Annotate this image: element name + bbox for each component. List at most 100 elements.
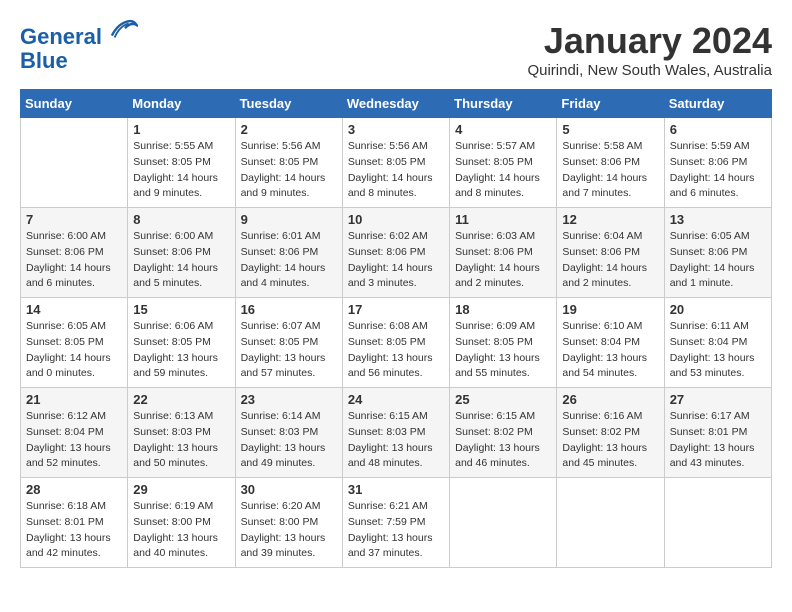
- calendar-cell: 4 Sunrise: 5:57 AM Sunset: 8:05 PM Daylig…: [450, 118, 557, 208]
- day-info: Sunrise: 6:00 AM Sunset: 8:06 PM Dayligh…: [133, 229, 229, 292]
- calendar-cell: 23 Sunrise: 6:14 AM Sunset: 8:03 PM Dayli…: [235, 388, 342, 478]
- day-number: 11: [455, 212, 551, 227]
- calendar-cell: 16 Sunrise: 6:07 AM Sunset: 8:05 PM Dayli…: [235, 298, 342, 388]
- day-info: Sunrise: 6:08 AM Sunset: 8:05 PM Dayligh…: [348, 319, 444, 382]
- logo-bird-icon: [110, 16, 138, 44]
- day-number: 21: [26, 392, 122, 407]
- day-number: 9: [241, 212, 337, 227]
- day-number: 27: [670, 392, 766, 407]
- calendar-cell: 2 Sunrise: 5:56 AM Sunset: 8:05 PM Daylig…: [235, 118, 342, 208]
- day-info: Sunrise: 6:05 AM Sunset: 8:06 PM Dayligh…: [670, 229, 766, 292]
- calendar-cell: 21 Sunrise: 6:12 AM Sunset: 8:04 PM Dayli…: [21, 388, 128, 478]
- week-row-1: 1 Sunrise: 5:55 AM Sunset: 8:05 PM Daylig…: [21, 118, 772, 208]
- day-info: Sunrise: 6:21 AM Sunset: 7:59 PM Dayligh…: [348, 499, 444, 562]
- calendar-cell: [557, 478, 664, 568]
- header-row: SundayMondayTuesdayWednesdayThursdayFrid…: [21, 90, 772, 118]
- day-number: 29: [133, 482, 229, 497]
- calendar-cell: 22 Sunrise: 6:13 AM Sunset: 8:03 PM Dayli…: [128, 388, 235, 478]
- header-day-tuesday: Tuesday: [235, 90, 342, 118]
- calendar-cell: 7 Sunrise: 6:00 AM Sunset: 8:06 PM Daylig…: [21, 208, 128, 298]
- calendar-cell: 14Sunrise: 6:05 AM Sunset: 8:05 PM Dayli…: [21, 298, 128, 388]
- day-info: Sunrise: 6:00 AM Sunset: 8:06 PM Dayligh…: [26, 229, 122, 292]
- week-row-2: 7 Sunrise: 6:00 AM Sunset: 8:06 PM Daylig…: [21, 208, 772, 298]
- day-info: Sunrise: 5:56 AM Sunset: 8:05 PM Dayligh…: [348, 139, 444, 202]
- calendar-cell: 17Sunrise: 6:08 AM Sunset: 8:05 PM Dayli…: [342, 298, 449, 388]
- day-info: Sunrise: 6:10 AM Sunset: 8:04 PM Dayligh…: [562, 319, 658, 382]
- calendar-cell: 30 Sunrise: 6:20 AM Sunset: 8:00 PM Dayli…: [235, 478, 342, 568]
- week-row-4: 21 Sunrise: 6:12 AM Sunset: 8:04 PM Dayli…: [21, 388, 772, 478]
- day-info: Sunrise: 5:56 AM Sunset: 8:05 PM Dayligh…: [241, 139, 337, 202]
- calendar-cell: 6 Sunrise: 5:59 AM Sunset: 8:06 PM Daylig…: [664, 118, 771, 208]
- header-day-thursday: Thursday: [450, 90, 557, 118]
- calendar-cell: 20 Sunrise: 6:11 AM Sunset: 8:04 PM Dayli…: [664, 298, 771, 388]
- day-number: 16: [241, 302, 337, 317]
- day-info: Sunrise: 6:17 AM Sunset: 8:01 PM Dayligh…: [670, 409, 766, 472]
- day-number: 12: [562, 212, 658, 227]
- day-info: Sunrise: 6:01 AM Sunset: 8:06 PM Dayligh…: [241, 229, 337, 292]
- day-info: Sunrise: 6:07 AM Sunset: 8:05 PM Dayligh…: [241, 319, 337, 382]
- day-info: Sunrise: 6:11 AM Sunset: 8:04 PM Dayligh…: [670, 319, 766, 382]
- header-day-monday: Monday: [128, 90, 235, 118]
- day-number: 7: [26, 212, 122, 227]
- day-info: Sunrise: 6:13 AM Sunset: 8:03 PM Dayligh…: [133, 409, 229, 472]
- header-day-saturday: Saturday: [664, 90, 771, 118]
- day-number: 20: [670, 302, 766, 317]
- calendar-cell: 25 Sunrise: 6:15 AM Sunset: 8:02 PM Dayli…: [450, 388, 557, 478]
- location-text: Quirindi, New South Wales, Australia: [527, 62, 772, 79]
- month-title: January 2024: [527, 20, 772, 62]
- day-number: 22: [133, 392, 229, 407]
- day-info: Sunrise: 5:59 AM Sunset: 8:06 PM Dayligh…: [670, 139, 766, 202]
- day-number: 24: [348, 392, 444, 407]
- calendar-cell: 18Sunrise: 6:09 AM Sunset: 8:05 PM Dayli…: [450, 298, 557, 388]
- calendar-cell: 10Sunrise: 6:02 AM Sunset: 8:06 PM Dayli…: [342, 208, 449, 298]
- calendar-cell: 26 Sunrise: 6:16 AM Sunset: 8:02 PM Dayli…: [557, 388, 664, 478]
- calendar-cell: 3 Sunrise: 5:56 AM Sunset: 8:05 PM Daylig…: [342, 118, 449, 208]
- calendar-cell: 15Sunrise: 6:06 AM Sunset: 8:05 PM Dayli…: [128, 298, 235, 388]
- day-number: 25: [455, 392, 551, 407]
- day-number: 14: [26, 302, 122, 317]
- calendar-cell: [664, 478, 771, 568]
- day-info: Sunrise: 6:18 AM Sunset: 8:01 PM Dayligh…: [26, 499, 122, 562]
- calendar-cell: 8 Sunrise: 6:00 AM Sunset: 8:06 PM Daylig…: [128, 208, 235, 298]
- week-row-5: 28 Sunrise: 6:18 AM Sunset: 8:01 PM Dayli…: [21, 478, 772, 568]
- day-number: 4: [455, 122, 551, 137]
- day-info: Sunrise: 6:15 AM Sunset: 8:03 PM Dayligh…: [348, 409, 444, 472]
- day-info: Sunrise: 6:20 AM Sunset: 8:00 PM Dayligh…: [241, 499, 337, 562]
- title-block: January 2024 Quirindi, New South Wales, …: [527, 20, 772, 79]
- day-number: 31: [348, 482, 444, 497]
- day-info: Sunrise: 5:58 AM Sunset: 8:06 PM Dayligh…: [562, 139, 658, 202]
- calendar-cell: 28 Sunrise: 6:18 AM Sunset: 8:01 PM Dayli…: [21, 478, 128, 568]
- calendar-table: SundayMondayTuesdayWednesdayThursdayFrid…: [20, 89, 772, 568]
- day-number: 2: [241, 122, 337, 137]
- day-number: 8: [133, 212, 229, 227]
- week-row-3: 14Sunrise: 6:05 AM Sunset: 8:05 PM Dayli…: [21, 298, 772, 388]
- day-number: 30: [241, 482, 337, 497]
- day-number: 6: [670, 122, 766, 137]
- logo: General Blue: [20, 20, 138, 73]
- day-number: 5: [562, 122, 658, 137]
- calendar-cell: 9 Sunrise: 6:01 AM Sunset: 8:06 PM Daylig…: [235, 208, 342, 298]
- day-number: 18: [455, 302, 551, 317]
- day-number: 10: [348, 212, 444, 227]
- day-number: 23: [241, 392, 337, 407]
- calendar-cell: 12Sunrise: 6:04 AM Sunset: 8:06 PM Dayli…: [557, 208, 664, 298]
- day-info: Sunrise: 6:12 AM Sunset: 8:04 PM Dayligh…: [26, 409, 122, 472]
- day-info: Sunrise: 5:57 AM Sunset: 8:05 PM Dayligh…: [455, 139, 551, 202]
- day-number: 26: [562, 392, 658, 407]
- day-info: Sunrise: 5:55 AM Sunset: 8:05 PM Dayligh…: [133, 139, 229, 202]
- day-number: 13: [670, 212, 766, 227]
- day-number: 28: [26, 482, 122, 497]
- calendar-cell: [450, 478, 557, 568]
- calendar-cell: 1 Sunrise: 5:55 AM Sunset: 8:05 PM Daylig…: [128, 118, 235, 208]
- calendar-cell: 11Sunrise: 6:03 AM Sunset: 8:06 PM Dayli…: [450, 208, 557, 298]
- calendar-cell: 5 Sunrise: 5:58 AM Sunset: 8:06 PM Daylig…: [557, 118, 664, 208]
- calendar-cell: 13 Sunrise: 6:05 AM Sunset: 8:06 PM Dayli…: [664, 208, 771, 298]
- day-info: Sunrise: 6:15 AM Sunset: 8:02 PM Dayligh…: [455, 409, 551, 472]
- day-number: 1: [133, 122, 229, 137]
- day-number: 3: [348, 122, 444, 137]
- day-info: Sunrise: 6:16 AM Sunset: 8:02 PM Dayligh…: [562, 409, 658, 472]
- day-info: Sunrise: 6:14 AM Sunset: 8:03 PM Dayligh…: [241, 409, 337, 472]
- calendar-cell: 19 Sunrise: 6:10 AM Sunset: 8:04 PM Dayli…: [557, 298, 664, 388]
- day-info: Sunrise: 6:19 AM Sunset: 8:00 PM Dayligh…: [133, 499, 229, 562]
- day-number: 19: [562, 302, 658, 317]
